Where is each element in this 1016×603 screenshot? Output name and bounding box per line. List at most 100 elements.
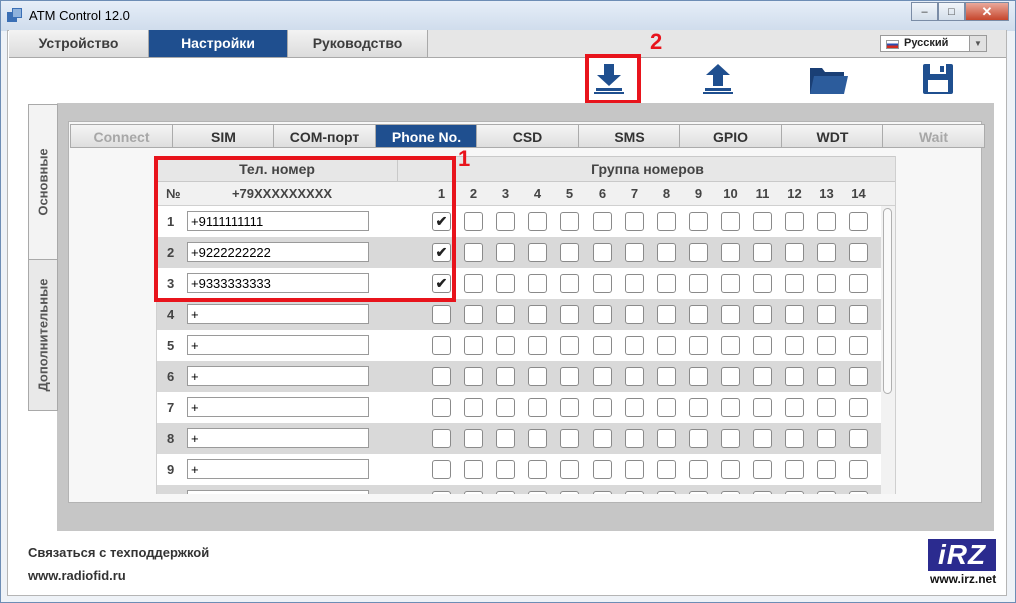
group-checkbox[interactable] (753, 429, 772, 448)
group-checkbox[interactable] (785, 243, 804, 262)
settings-tab-4[interactable]: CSD (476, 124, 579, 148)
group-checkbox[interactable] (689, 460, 708, 479)
group-checkbox[interactable] (689, 212, 708, 231)
group-checkbox[interactable] (560, 212, 579, 231)
group-checkbox[interactable] (657, 491, 676, 494)
group-checkbox[interactable] (496, 243, 515, 262)
minimize-button[interactable]: ‒ (911, 2, 938, 21)
settings-tab-5[interactable]: SMS (578, 124, 681, 148)
group-checkbox[interactable] (689, 429, 708, 448)
group-checkbox[interactable] (849, 367, 868, 386)
group-checkbox[interactable] (689, 274, 708, 293)
group-checkbox[interactable] (528, 243, 547, 262)
group-checkbox[interactable] (849, 460, 868, 479)
group-checkbox[interactable] (496, 398, 515, 417)
side-tab-additional[interactable]: Дополнительные (28, 259, 58, 411)
group-checkbox[interactable] (625, 429, 644, 448)
group-checkbox[interactable] (625, 212, 644, 231)
group-checkbox[interactable] (528, 491, 547, 494)
settings-tab-7[interactable]: WDT (781, 124, 884, 148)
group-checkbox[interactable] (721, 367, 740, 386)
group-checkbox[interactable] (817, 429, 836, 448)
group-checkbox[interactable] (817, 274, 836, 293)
group-checkbox[interactable] (817, 491, 836, 494)
group-checkbox[interactable] (689, 491, 708, 494)
support-link[interactable]: Связаться с техподдержкой (28, 545, 209, 560)
group-checkbox[interactable] (560, 243, 579, 262)
group-checkbox[interactable] (560, 367, 579, 386)
group-checkbox[interactable] (849, 491, 868, 494)
group-checkbox[interactable] (721, 243, 740, 262)
group-checkbox[interactable] (817, 398, 836, 417)
group-checkbox[interactable] (593, 212, 612, 231)
group-checkbox[interactable] (464, 398, 483, 417)
group-checkbox[interactable] (625, 336, 644, 355)
group-checkbox[interactable] (753, 460, 772, 479)
group-checkbox[interactable] (528, 305, 547, 324)
group-checkbox[interactable] (721, 398, 740, 417)
phone-number-input[interactable] (187, 428, 369, 448)
group-checkbox[interactable] (432, 367, 451, 386)
group-checkbox[interactable] (657, 212, 676, 231)
menu-tab-device[interactable]: Устройство (9, 30, 149, 57)
group-checkbox[interactable] (432, 336, 451, 355)
group-checkbox[interactable] (464, 491, 483, 494)
group-checkbox[interactable] (817, 336, 836, 355)
group-checkbox[interactable] (625, 398, 644, 417)
group-checkbox[interactable] (785, 429, 804, 448)
group-checkbox[interactable] (528, 336, 547, 355)
group-checkbox[interactable] (464, 460, 483, 479)
group-checkbox[interactable] (753, 398, 772, 417)
group-checkbox[interactable] (753, 274, 772, 293)
group-checkbox[interactable] (560, 336, 579, 355)
group-checkbox[interactable] (625, 243, 644, 262)
group-checkbox[interactable] (528, 274, 547, 293)
group-checkbox[interactable] (689, 398, 708, 417)
group-checkbox[interactable] (432, 305, 451, 324)
phone-number-input[interactable] (187, 490, 369, 494)
settings-tab-6[interactable]: GPIO (679, 124, 782, 148)
group-checkbox[interactable] (657, 243, 676, 262)
group-checkbox[interactable] (496, 212, 515, 231)
group-checkbox[interactable] (593, 429, 612, 448)
group-checkbox[interactable] (849, 398, 868, 417)
group-checkbox[interactable] (432, 491, 451, 494)
group-checkbox[interactable] (625, 491, 644, 494)
group-checkbox[interactable] (560, 429, 579, 448)
group-checkbox[interactable] (817, 460, 836, 479)
group-checkbox[interactable] (657, 305, 676, 324)
group-checkbox[interactable] (689, 243, 708, 262)
group-checkbox[interactable] (625, 305, 644, 324)
group-checkbox[interactable] (432, 460, 451, 479)
side-tab-main[interactable]: Основные (28, 104, 58, 260)
group-checkbox[interactable] (593, 367, 612, 386)
group-checkbox[interactable] (785, 460, 804, 479)
group-checkbox[interactable] (753, 491, 772, 494)
settings-tab-3[interactable]: Phone No. (375, 124, 478, 148)
group-checkbox[interactable] (464, 243, 483, 262)
group-checkbox[interactable] (496, 336, 515, 355)
group-checkbox[interactable] (721, 429, 740, 448)
phone-number-input[interactable] (187, 304, 369, 324)
group-checkbox[interactable] (753, 212, 772, 231)
group-checkbox[interactable] (849, 274, 868, 293)
group-checkbox[interactable] (593, 305, 612, 324)
group-checkbox[interactable] (817, 212, 836, 231)
phone-number-input[interactable] (187, 459, 369, 479)
group-checkbox[interactable] (721, 491, 740, 494)
group-checkbox[interactable] (528, 429, 547, 448)
group-checkbox[interactable] (528, 367, 547, 386)
group-checkbox[interactable] (817, 305, 836, 324)
website-link[interactable]: www.radiofid.ru (28, 568, 126, 583)
group-checkbox[interactable] (593, 274, 612, 293)
group-checkbox[interactable] (464, 429, 483, 448)
group-checkbox[interactable] (593, 243, 612, 262)
save-button[interactable] (921, 62, 955, 96)
group-checkbox[interactable] (721, 305, 740, 324)
group-checkbox[interactable] (560, 305, 579, 324)
group-checkbox[interactable] (496, 429, 515, 448)
vertical-scrollbar[interactable] (881, 206, 895, 494)
settings-tab-2[interactable]: COM-порт (273, 124, 376, 148)
group-checkbox[interactable] (560, 398, 579, 417)
group-checkbox[interactable] (593, 460, 612, 479)
